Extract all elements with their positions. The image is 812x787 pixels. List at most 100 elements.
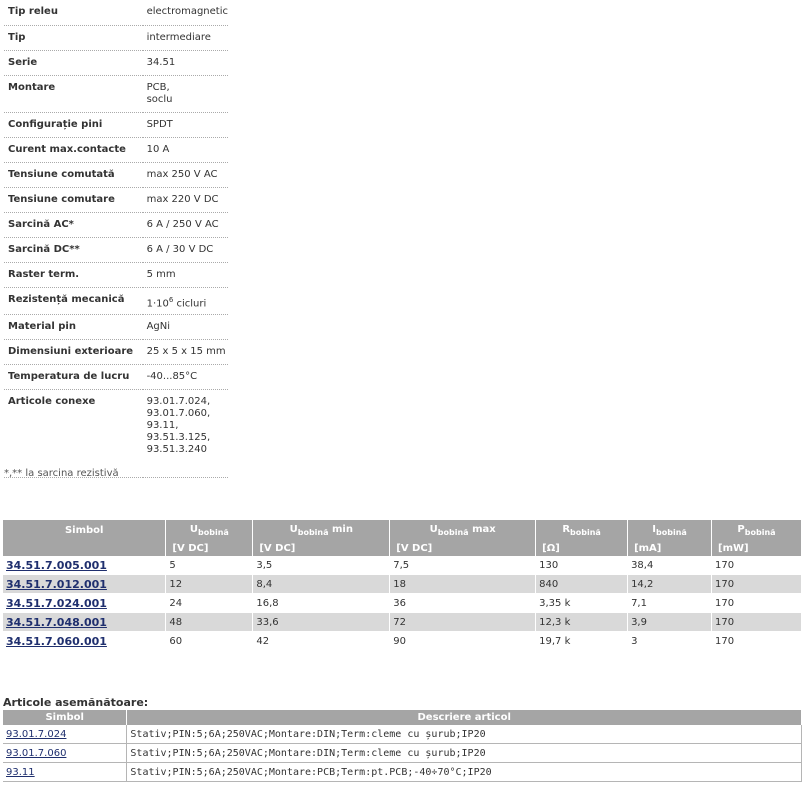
spec-row: Raster term. 5 mm (4, 262, 228, 288)
header-subscript: bobină (570, 527, 601, 537)
header-subscript: bobină (656, 527, 687, 537)
model-value-cell: 3,9 (627, 612, 712, 632)
spec-label: Sarcină DC** (4, 237, 143, 263)
model-value-cell: 38,4 (627, 556, 712, 575)
similar-articles-title: Articole asemănătoare: (3, 696, 149, 709)
model-symbol-link[interactable]: 34.51.7.048.001 (6, 616, 107, 629)
spec-row: Sarcină AC* 6 A / 250 V AC (4, 212, 228, 238)
similar-description-cell: Stativ;PIN:5;6A;250VAC;Montare:DIN;Term:… (126, 725, 802, 744)
model-symbol-link[interactable]: 34.51.7.005.001 (6, 559, 107, 572)
model-value-cell: 72 (389, 612, 537, 632)
spec-row: Serie 34.51 (4, 50, 228, 76)
similar-symbol-cell: 93.01.7.060 (3, 743, 128, 763)
models-column-header: Ibobină (627, 520, 712, 540)
spec-row: Tip intermediare (4, 25, 228, 51)
similar-description-cell: Stativ;PIN:5;6A;250VAC;Montare:DIN;Term:… (126, 743, 802, 763)
spec-value: 5 mm (142, 262, 228, 288)
models-unit-header: [Ω] (535, 540, 629, 556)
similar-symbol-link[interactable]: 93.01.7.060 (6, 748, 66, 759)
header-subscript: bobină (198, 527, 229, 537)
spec-value: max 250 V AC (142, 162, 228, 188)
spec-label: Temperatura de lucru (4, 364, 143, 390)
models-unit-header: [V DC] (165, 540, 254, 556)
model-value-cell: 42 (252, 631, 391, 651)
spec-value: -40...85°C (142, 364, 228, 390)
similar-symbol-cell: 93.11 (3, 762, 128, 782)
models-unit-header (3, 540, 167, 556)
spec-label: Material pin (4, 314, 143, 340)
model-value-cell: 12 (165, 574, 254, 594)
model-symbol-cell: 34.51.7.012.001 (3, 574, 167, 594)
model-value-cell: 12,3 k (535, 612, 629, 632)
models-column-header: Rbobină (535, 520, 629, 540)
model-value-cell: 19,7 k (535, 631, 629, 651)
spec-row: Articole conexe 93.01.7.024, 93.01.7.060,… (4, 389, 228, 478)
model-symbol-cell: 34.51.7.024.001 (3, 593, 167, 613)
similar-column-header: Descriere articol (126, 710, 802, 725)
spec-value-base: 1·10 (146, 297, 169, 309)
spec-label: Dimensiuni exterioare (4, 339, 143, 365)
model-value-cell: 5 (165, 556, 254, 575)
model-row: 34.51.7.005.001 5 3,5 7,5 130 38,4 170 (3, 556, 802, 575)
similar-row: 93.01.7.024 Stativ;PIN:5;6A;250VAC;Montar… (3, 725, 802, 744)
model-value-cell: 170 (711, 556, 802, 575)
footnote: *,** la sarcina rezistivă (4, 468, 119, 479)
spec-value-unit: cicluri (173, 297, 207, 309)
spec-value: 6 A / 30 V DC (142, 237, 228, 263)
spec-value: 34.51 (142, 50, 228, 76)
spec-value: 25 x 5 x 15 mm (142, 339, 228, 365)
models-column-header: Ubobină min (252, 520, 391, 540)
models-column-header: Ubobină (165, 520, 254, 540)
model-symbol-link[interactable]: 34.51.7.024.001 (6, 597, 107, 610)
models-column-header: Pbobină (711, 520, 802, 540)
specifications-table: Tip releu electromagnetic Tip intermediare S… (4, 0, 228, 478)
model-value-cell: 170 (711, 574, 802, 594)
similar-description-cell: Stativ;PIN:5;6A;250VAC;Montare:PCB;Term:… (126, 762, 802, 782)
models-unit-header: [mW] (711, 540, 802, 556)
header-suffix: max (468, 523, 496, 535)
header-subscript: bobină (744, 527, 776, 537)
spec-value: PCB, soclu (142, 75, 228, 113)
model-value-cell: 3 (627, 631, 712, 651)
models-units-row: [V DC] [V DC] [V DC] [Ω] [mA] [mW] (3, 540, 802, 556)
header-symbol: P (737, 523, 745, 535)
spec-label: Tensiune comutată (4, 162, 143, 188)
model-value-cell: 33,6 (252, 612, 391, 632)
spec-row: Tensiune comutată max 250 V AC (4, 162, 228, 188)
models-column-header: Ubobină max (389, 520, 537, 540)
header-suffix: min (328, 523, 353, 535)
similar-symbol-link[interactable]: 93.11 (6, 767, 35, 778)
spec-row: Dimensiuni exterioare 25 x 5 x 15 mm (4, 339, 228, 365)
model-value-cell: 840 (535, 574, 629, 594)
spec-label: Tensiune comutare (4, 187, 143, 213)
similar-header-row: Simbol Descriere articol (3, 710, 802, 725)
spec-label: Curent max.contacte (4, 137, 143, 163)
spec-value: 6 A / 250 V AC (142, 212, 228, 238)
model-row: 34.51.7.012.001 12 8,4 18 840 14,2 170 (3, 574, 802, 594)
model-symbol-link[interactable]: 34.51.7.060.001 (6, 635, 107, 648)
similar-row: 93.01.7.060 Stativ;PIN:5;6A;250VAC;Montar… (3, 743, 802, 763)
model-symbol-cell: 34.51.7.060.001 (3, 631, 167, 651)
model-value-cell: 170 (711, 612, 802, 632)
model-value-cell: 16,8 (252, 593, 391, 613)
similar-column-header: Simbol (3, 710, 128, 725)
spec-label: Configurație pini (4, 112, 143, 138)
spec-row: Tip releu electromagnetic (4, 0, 228, 26)
spec-label: Rezistență mecanică (4, 287, 143, 315)
model-value-cell: 7,1 (627, 593, 712, 613)
header-symbol: Simbol (64, 524, 104, 536)
spec-value: 93.01.7.024, 93.01.7.060, 93.11, 93.51.3… (142, 389, 228, 478)
model-symbol-link[interactable]: 34.51.7.012.001 (6, 578, 107, 591)
model-value-cell: 170 (711, 593, 802, 613)
model-value-cell: 36 (389, 593, 537, 613)
spec-row: Configurație pini SPDT (4, 112, 228, 138)
model-value-cell: 130 (535, 556, 629, 575)
model-symbol-cell: 34.51.7.048.001 (3, 612, 167, 632)
spec-value: electromagnetic (142, 0, 228, 26)
similar-symbol-link[interactable]: 93.01.7.024 (6, 729, 66, 740)
model-value-cell: 7,5 (389, 556, 537, 575)
spec-value: max 220 V DC (142, 187, 228, 213)
spec-row: Curent max.contacte 10 A (4, 137, 228, 163)
model-value-cell: 48 (165, 612, 254, 632)
model-value-cell: 3,35 k (535, 593, 629, 613)
